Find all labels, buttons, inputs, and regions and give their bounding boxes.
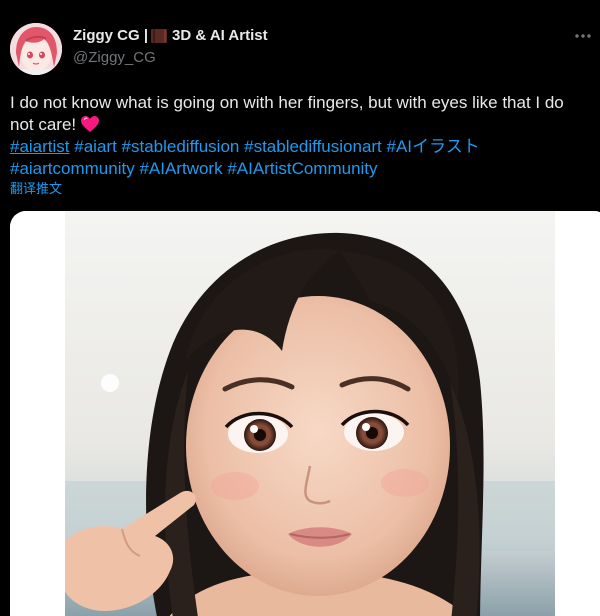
hashtag-link[interactable]: #aiartcommunity	[10, 159, 135, 178]
avatar[interactable]	[10, 23, 62, 75]
hashtag-link[interactable]: #stablediffusion	[122, 137, 240, 156]
author-info: Ziggy CG | 3D & AI Artist @Ziggy_CG	[73, 26, 560, 68]
display-name-row[interactable]: Ziggy CG | 3D & AI Artist	[73, 26, 560, 46]
tweet-media-image[interactable]	[10, 211, 600, 616]
hashtag-link[interactable]: #aiartist	[10, 137, 70, 156]
more-dots-icon	[575, 34, 591, 38]
display-name-suffix[interactable]: 3D & AI Artist	[172, 26, 268, 46]
hashtag-list: #aiartist #aiart #stablediffusion #stabl…	[10, 136, 592, 180]
hashtag-link[interactable]: #aiart	[74, 137, 117, 156]
translate-tweet-link[interactable]: 翻译推文	[10, 181, 62, 197]
heart-icon	[80, 115, 100, 133]
hashtag-link[interactable]: #AIArtistCommunity	[227, 159, 377, 178]
avatar-image	[10, 23, 62, 75]
hashtag-link[interactable]: #AIイラスト	[387, 137, 480, 156]
image-icon	[10, 211, 600, 616]
author-handle[interactable]: @Ziggy_CG	[73, 48, 560, 68]
hashtag-link[interactable]: #stablediffusionart	[244, 137, 382, 156]
tweet-text: I do not know what is going on with her …	[10, 92, 592, 180]
tweet: Ziggy CG | 3D & AI Artist @Ziggy_CG I do…	[0, 0, 600, 616]
display-name[interactable]: Ziggy CG |	[73, 26, 148, 46]
more-options-button[interactable]	[570, 26, 596, 46]
hashtag-link[interactable]: #AIArtwork	[139, 159, 222, 178]
book-icon	[150, 28, 168, 44]
